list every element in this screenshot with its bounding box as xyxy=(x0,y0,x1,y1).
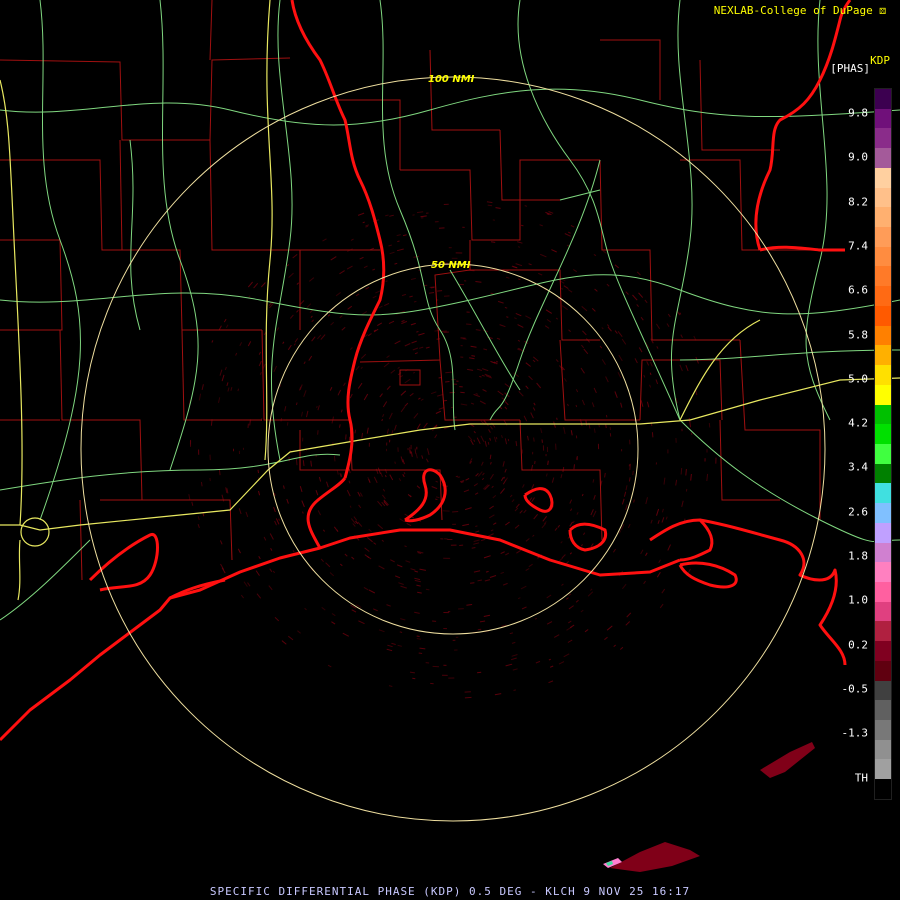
legend-label: 7.4 xyxy=(848,239,868,253)
legend-swatch xyxy=(875,108,891,129)
legend-label: -0.5 xyxy=(841,682,869,696)
radar-map: 50 NMI 100 NMI xyxy=(0,0,900,900)
legend-swatch xyxy=(875,266,891,287)
credit-text: NEXLAB-College of DuPage xyxy=(713,4,873,17)
legend-swatch xyxy=(875,187,891,208)
legend-swatch xyxy=(875,641,891,661)
legend-swatch xyxy=(875,759,891,780)
legend-swatch xyxy=(875,286,891,306)
legend-swatch xyxy=(875,384,891,405)
legend-swatch xyxy=(875,680,891,701)
legend-label: 5.0 xyxy=(848,372,868,386)
legend-swatch xyxy=(875,739,891,760)
product-caption: SPECIFIC DIFFERENTIAL PHASE (KDP) 0.5 DE… xyxy=(209,885,691,898)
legend-swatch xyxy=(875,365,891,385)
legend-swatch xyxy=(875,345,891,366)
color-legend-bar xyxy=(874,88,892,800)
legend-swatch xyxy=(875,443,891,464)
legend-swatch xyxy=(875,503,891,523)
legend-label: 1.0 xyxy=(848,593,868,607)
legend-swatch xyxy=(875,89,891,109)
legend-swatch xyxy=(875,483,891,504)
product-unit: [PHAS] xyxy=(830,62,870,75)
legend-swatch xyxy=(875,700,891,720)
legend-label: 5.8 xyxy=(848,328,868,341)
legend-swatch xyxy=(875,404,891,425)
legend-label: TH xyxy=(854,771,868,784)
legend-swatch xyxy=(875,542,891,563)
legend-swatch xyxy=(875,779,891,799)
legend-swatch xyxy=(875,325,891,346)
legend-label: -1.3 xyxy=(841,726,869,740)
legend-swatch xyxy=(875,424,891,444)
legend-swatch xyxy=(875,128,891,149)
legend-swatch xyxy=(875,581,891,602)
legend-swatch xyxy=(875,562,891,582)
legend-swatch xyxy=(875,621,891,642)
range-ring-label-100nmi: 100 NMI xyxy=(428,74,475,85)
legend-swatch xyxy=(875,522,891,543)
legend-swatch xyxy=(875,660,891,681)
legend-swatch xyxy=(875,227,891,247)
legend-label: 9.8 xyxy=(848,106,868,120)
legend-swatch xyxy=(875,305,891,326)
legend-swatch xyxy=(875,720,891,740)
cod-logo-icon: ⚄ xyxy=(879,4,886,17)
legend-label: 9.0 xyxy=(848,150,868,164)
legend-swatch xyxy=(875,601,891,622)
nexlab-credit: NEXLAB-College of DuPage ⚄ xyxy=(714,4,886,17)
legend-swatch xyxy=(875,148,891,168)
product-code: KDP xyxy=(870,54,890,67)
legend-label: 4.2 xyxy=(848,416,868,430)
legend-swatch xyxy=(875,463,891,484)
legend-label: 2.6 xyxy=(848,505,868,519)
legend-label: 6.6 xyxy=(848,283,868,297)
legend-label: 3.4 xyxy=(848,460,868,474)
legend-label: 0.2 xyxy=(848,638,868,652)
legend-swatch xyxy=(875,246,891,267)
legend-swatch xyxy=(875,207,891,228)
legend-swatch xyxy=(875,167,891,188)
legend-label: 8.2 xyxy=(848,195,868,209)
legend-label: 1.8 xyxy=(848,549,868,563)
range-ring-label-50nmi: 50 NMI xyxy=(431,260,471,271)
